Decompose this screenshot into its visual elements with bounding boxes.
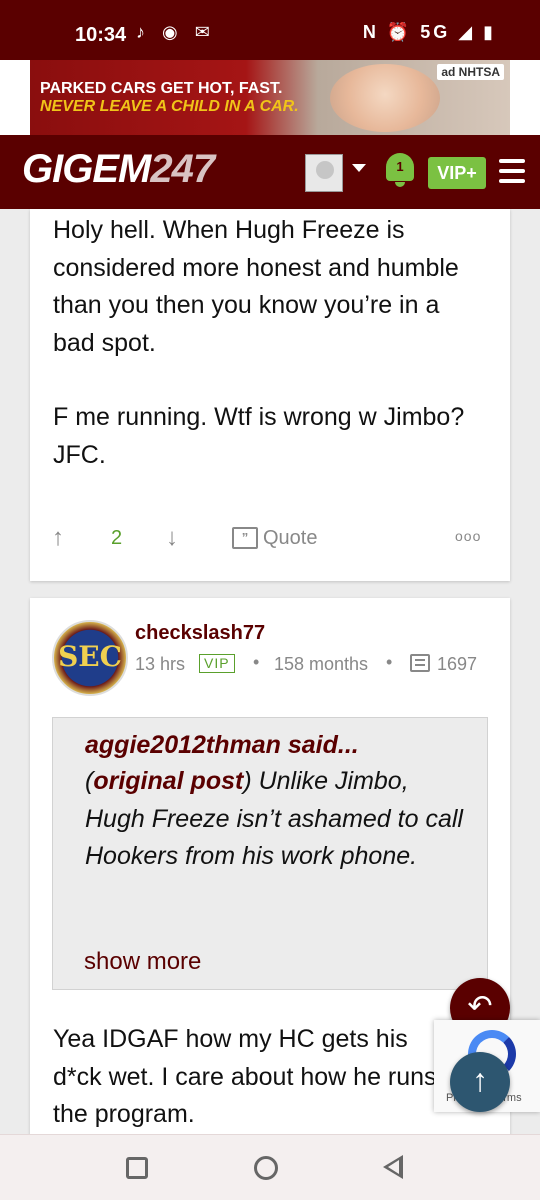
post-body-paragraph: Holy hell. When Hugh Freeze is considere…	[53, 216, 459, 357]
recents-icon[interactable]	[126, 1157, 148, 1179]
separator-dot: •	[386, 652, 393, 672]
user-avatar[interactable]: SEC	[52, 620, 128, 696]
post-time: 13 hrs	[135, 654, 186, 674]
vip-badge: VIP	[199, 654, 235, 673]
ad-headline: PARKED CARS GET HOT, FAST.	[40, 80, 283, 97]
quote-icon[interactable]: ”	[232, 527, 258, 549]
back-icon[interactable]	[383, 1155, 403, 1179]
site-header: GIGEM247 1 VIP+	[0, 135, 540, 209]
quote-text: (original post) Unlike Jimbo, Hugh Freez…	[85, 767, 463, 870]
vote-count: 2	[111, 527, 123, 549]
ad-subheadline: NEVER LEAVE A CHILD IN A CAR.	[40, 98, 299, 115]
notification-count: 1	[396, 159, 404, 174]
ad-creative[interactable]: PARKED CARS GET HOT, FAST. NEVER LEAVE A…	[30, 60, 510, 135]
separator-dot: •	[253, 652, 260, 672]
notification-icons: ♪ ◉ ✉	[136, 22, 216, 42]
quote-button[interactable]: Quote	[263, 527, 317, 550]
chevron-down-icon[interactable]	[352, 164, 366, 172]
ad-baby-image	[330, 64, 440, 132]
posts-icon	[410, 654, 430, 672]
ad-badge: ad NHTSA	[437, 64, 504, 80]
status-bar: 10:34 ♪ ◉ ✉ N ⏰ 5G ◢ ▮	[0, 0, 540, 60]
post-body-paragraph: Yea IDGAF how my HC gets his d*ck wet. I…	[53, 1025, 437, 1128]
original-post-link[interactable]: original post	[93, 767, 243, 795]
scroll-to-top-button[interactable]: ↑	[450, 1052, 510, 1112]
show-more-link[interactable]: show more	[84, 948, 201, 976]
menu-icon[interactable]	[499, 159, 525, 183]
member-tenure: 158 months	[274, 654, 369, 674]
android-nav-bar	[0, 1134, 540, 1200]
vip-plus-button[interactable]: VIP+	[428, 157, 486, 189]
home-icon[interactable]	[254, 1156, 278, 1180]
site-logo[interactable]: GIGEM247	[22, 147, 215, 192]
upvote-icon[interactable]: ↑	[52, 524, 64, 552]
more-options-icon[interactable]: ooo	[455, 528, 481, 544]
notification-bell-icon[interactable]: 1	[382, 149, 418, 189]
post-count: 1697	[437, 654, 478, 674]
username-link[interactable]: checkslash77	[135, 622, 265, 645]
post-body-paragraph: F me running. Wtf is wrong w Jimbo? JFC.	[53, 403, 465, 469]
user-avatar-icon[interactable]	[305, 154, 343, 192]
clock: 10:34	[75, 24, 127, 46]
quote-author[interactable]: aggie2012thman said...	[85, 731, 359, 760]
downvote-icon[interactable]: ↓	[166, 524, 178, 552]
ad-banner[interactable]: PARKED CARS GET HOT, FAST. NEVER LEAVE A…	[0, 60, 540, 135]
system-icons: N ⏰ 5G ◢ ▮	[362, 22, 496, 42]
